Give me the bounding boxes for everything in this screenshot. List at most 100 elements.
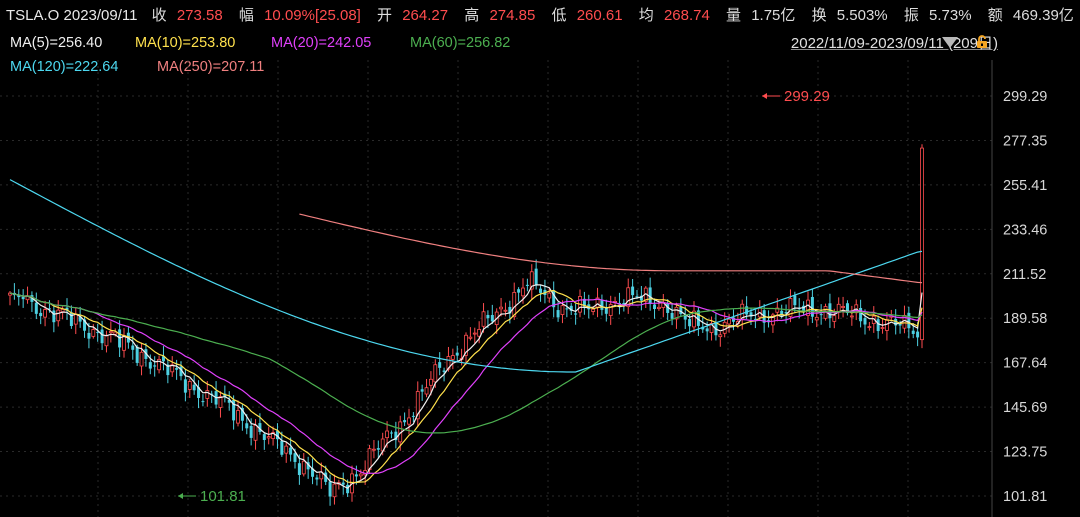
candle-body [472, 332, 477, 335]
candle-body [201, 401, 205, 403]
candle-down [574, 303, 578, 325]
candle-body [139, 351, 144, 367]
candle-body [104, 334, 109, 347]
candle-down [552, 281, 556, 318]
y-tick-label: 167.64 [1003, 356, 1047, 372]
candle-body [876, 319, 880, 332]
y-tick-label: 255.41 [1003, 178, 1047, 194]
candle-down [21, 289, 25, 308]
candle-down [69, 305, 73, 329]
candle-body [718, 334, 723, 338]
candle-body [284, 445, 289, 454]
candle-body [52, 310, 56, 323]
candle-down [161, 346, 165, 371]
candle-up [626, 278, 631, 314]
candle-body [301, 460, 306, 475]
candle-body [867, 326, 872, 329]
candle-body [481, 311, 486, 327]
candle-up [25, 286, 30, 304]
candle-up [788, 289, 793, 323]
low-annotation-label: 101.81 [200, 488, 246, 505]
candle-up [43, 300, 47, 327]
candle-down [876, 315, 880, 339]
candle-body [517, 289, 521, 293]
candle-body [135, 346, 139, 363]
candle-up [880, 318, 885, 334]
candle-body [122, 335, 126, 351]
candle-body [346, 484, 350, 494]
candle-body [56, 309, 61, 322]
candle-body [591, 308, 596, 312]
candle-up [464, 332, 468, 366]
candle-up [122, 328, 126, 358]
candle-body [916, 331, 920, 338]
candle-body [403, 420, 407, 423]
candle-up [867, 321, 872, 331]
low-annotation-arrow [178, 493, 183, 499]
candle-down [166, 359, 170, 384]
candle-up [253, 419, 258, 450]
candle-up [424, 378, 429, 398]
candle-body [153, 365, 157, 367]
y-tick-label: 101.81 [1003, 489, 1047, 505]
y-tick-label: 123.75 [1003, 445, 1047, 461]
candle-body [249, 425, 253, 438]
candle-body [455, 352, 459, 356]
candle-up [187, 378, 192, 398]
candle-body [131, 345, 135, 350]
candle-body [534, 268, 538, 286]
y-tick-label: 211.52 [1003, 267, 1046, 283]
candle-body [73, 314, 78, 325]
candle-body [100, 329, 104, 344]
candle-body [315, 477, 319, 480]
candle-down [34, 292, 38, 320]
candle-down [556, 301, 560, 322]
candle-body [60, 308, 65, 313]
candle-body [21, 296, 25, 300]
candle-body [87, 332, 91, 339]
candle-body [793, 295, 797, 306]
candle-up [104, 330, 109, 353]
candle-body [547, 292, 552, 299]
candle-body [358, 473, 363, 477]
candle-body [148, 362, 152, 369]
candle-up [806, 291, 810, 326]
candle-down [653, 298, 657, 319]
candle-down [262, 432, 266, 450]
candle-down [639, 285, 643, 311]
candle-down [39, 308, 43, 325]
candle-up [218, 391, 223, 418]
candle-up [266, 426, 271, 445]
candle-body [525, 284, 529, 286]
candle-up [157, 355, 161, 374]
candle-body [705, 328, 709, 332]
candle-up [284, 442, 289, 463]
candle-up [836, 297, 841, 320]
candle-up [170, 356, 175, 377]
candle-body [297, 463, 301, 476]
candle-body [438, 362, 442, 368]
candle-up [450, 348, 455, 370]
candle-body [280, 440, 284, 455]
candle-up [595, 287, 600, 318]
y-tick-label: 277.35 [1003, 133, 1047, 149]
candle-up [920, 144, 924, 349]
candle-body [653, 304, 657, 310]
candle-body [266, 436, 271, 439]
candle-body [113, 331, 118, 335]
candle-body [670, 312, 674, 319]
candle-body [34, 302, 38, 314]
candle-body [175, 368, 179, 370]
candle-body [43, 309, 47, 318]
candle-down [306, 456, 310, 479]
candle-down [394, 421, 398, 449]
candle-up [139, 342, 144, 376]
candle-body [688, 319, 692, 327]
candle-body [187, 381, 192, 390]
candle-down [767, 310, 771, 328]
candle-down [714, 312, 718, 341]
candle-up [841, 296, 845, 318]
y-tick-label: 145.69 [1003, 400, 1047, 416]
candle-body [376, 448, 380, 450]
candle-down [153, 356, 157, 377]
